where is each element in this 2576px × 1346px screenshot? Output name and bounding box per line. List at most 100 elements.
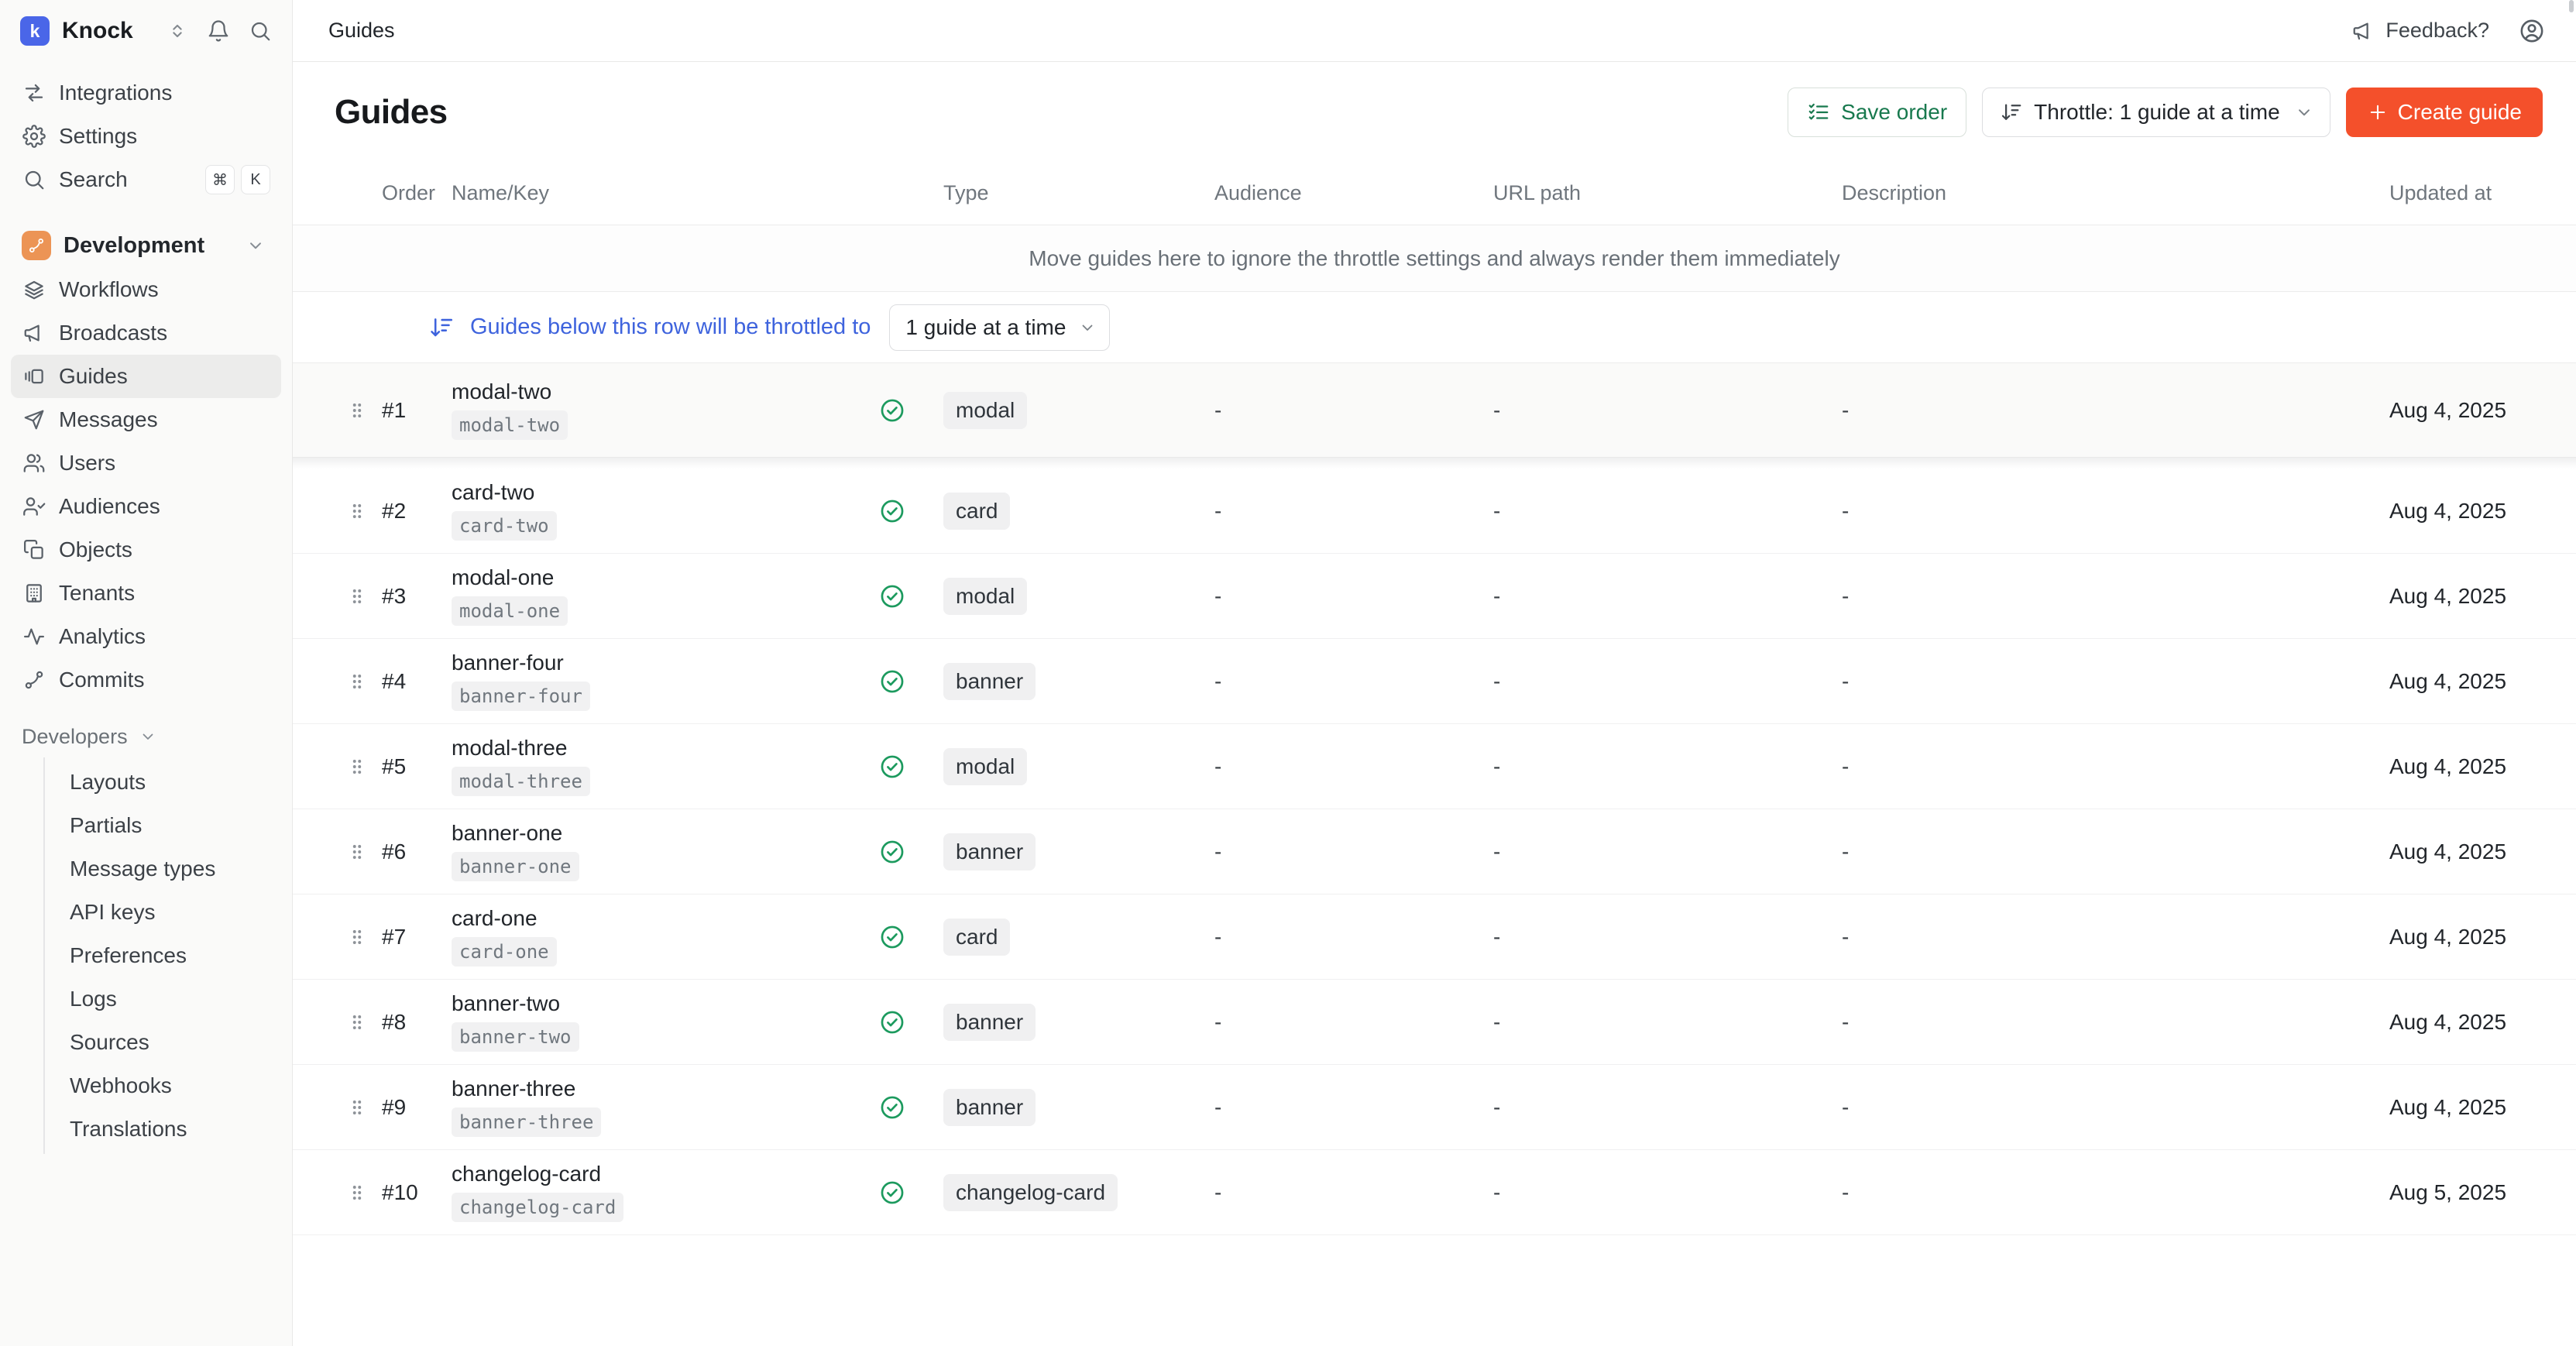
guide-updated-at: Aug 4, 2025 (2389, 1095, 2576, 1120)
guide-row-modal-one[interactable]: #3modal-onemodal-onemodal---Aug 4, 2025 (293, 554, 2576, 639)
branch-icon (22, 668, 46, 692)
chevron-down-icon (1078, 318, 1097, 337)
sidebar-item-label: Users (59, 451, 115, 476)
guide-order: #8 (382, 1010, 452, 1035)
sidebar-item-label: Sources (70, 1030, 149, 1055)
sidebar-item-translations[interactable]: Translations (45, 1107, 292, 1151)
sidebar-item-integrations[interactable]: Integrations (11, 71, 281, 115)
drag-handle[interactable] (347, 586, 382, 606)
guide-name-cell: modal-onemodal-one (452, 567, 866, 626)
sidebar-item-settings[interactable]: Settings (11, 115, 281, 158)
sidebar-item-layouts[interactable]: Layouts (45, 761, 292, 804)
drag-handle[interactable] (347, 671, 382, 692)
scrollbar-thumb[interactable] (2569, 0, 2574, 12)
sidebar-item-sources[interactable]: Sources (45, 1021, 292, 1064)
guide-status-active-icon (866, 838, 919, 866)
guide-order: #9 (382, 1095, 452, 1120)
ignore-throttle-dropzone[interactable]: Move guides here to ignore the throttle … (293, 225, 2576, 292)
search-icon[interactable] (249, 19, 272, 43)
workspace-expand-icon[interactable] (167, 20, 188, 42)
sidebar-item-partials[interactable]: Partials (45, 804, 292, 847)
sidebar-item-label: API keys (70, 900, 155, 925)
sidebar-item-objects[interactable]: Objects (11, 528, 281, 572)
throttle-amount-select[interactable]: 1 guide at a time (889, 304, 1110, 351)
guide-type-badge: banner (943, 833, 1036, 870)
guide-type-badge: card (943, 919, 1010, 956)
drag-handle[interactable] (347, 757, 382, 777)
sidebar-item-workflows[interactable]: Workflows (11, 268, 281, 311)
sidebar-item-guides[interactable]: Guides (11, 355, 281, 398)
guide-status-active-icon (866, 753, 919, 781)
sidebar-item-search[interactable]: Search⌘K (11, 158, 281, 201)
guides-icon (22, 365, 46, 388)
throttle-dropdown-button[interactable]: Throttle: 1 guide at a time (1982, 88, 2330, 137)
guide-updated-at: Aug 5, 2025 (2389, 1180, 2576, 1205)
sidebar-item-message-types[interactable]: Message types (45, 847, 292, 891)
sidebar-item-label: Broadcasts (59, 321, 167, 345)
search-icon (22, 168, 46, 191)
guide-type-badge: banner (943, 663, 1036, 700)
sidebar-item-preferences[interactable]: Preferences (45, 934, 292, 977)
throttle-sort-icon (428, 314, 455, 341)
create-guide-button[interactable]: Create guide (2346, 88, 2543, 137)
sidebar-item-users[interactable]: Users (11, 441, 281, 485)
developers-section-toggle[interactable]: Developers (0, 717, 292, 756)
users-icon (22, 452, 46, 475)
workspace-switcher[interactable]: k Knock (0, 0, 292, 62)
guide-row-card-one[interactable]: #7card-onecard-onecard---Aug 4, 2025 (293, 894, 2576, 980)
drag-handle[interactable] (347, 1012, 382, 1032)
guide-url-path: - (1493, 840, 1842, 864)
dropzone-text: Move guides here to ignore the throttle … (1029, 246, 1839, 271)
drag-handle[interactable] (347, 400, 382, 421)
drag-handle[interactable] (347, 1097, 382, 1118)
column-header-name-key: Name/Key (452, 181, 866, 205)
guide-order: #1 (382, 398, 452, 423)
guide-row-changelog-card[interactable]: #10changelog-cardchangelog-cardchangelog… (293, 1150, 2576, 1235)
drag-handle[interactable] (347, 842, 382, 862)
drag-handle[interactable] (347, 1183, 382, 1203)
guide-name-cell: banner-onebanner-one (452, 822, 866, 881)
feedback-button[interactable]: Feedback? (2351, 19, 2489, 43)
sidebar-item-messages[interactable]: Messages (11, 398, 281, 441)
guide-row-banner-one[interactable]: #6banner-onebanner-onebanner---Aug 4, 20… (293, 809, 2576, 894)
notifications-bell-icon[interactable] (207, 19, 230, 43)
sidebar-item-logs[interactable]: Logs (45, 977, 292, 1021)
drag-handle[interactable] (347, 501, 382, 521)
guide-row-banner-three[interactable]: #9banner-threebanner-threebanner---Aug 4… (293, 1065, 2576, 1150)
create-guide-label: Create guide (2398, 100, 2522, 125)
save-order-label: Save order (1841, 100, 1947, 125)
guide-name: card-one (452, 908, 866, 929)
guide-audience: - (1214, 925, 1493, 949)
guide-description: - (1842, 1010, 2389, 1035)
sidebar-item-commits[interactable]: Commits (11, 658, 281, 702)
main-content: Guides Save order Throttle: 1 guide at a… (293, 63, 2576, 1346)
guide-row-card-two[interactable]: #2card-twocard-twocard---Aug 4, 2025 (293, 469, 2576, 554)
guide-description: - (1842, 669, 2389, 694)
sidebar-item-analytics[interactable]: Analytics (11, 615, 281, 658)
swap-icon (22, 81, 46, 105)
sidebar-item-label: Translations (70, 1117, 187, 1142)
guide-order: #4 (382, 669, 452, 694)
sidebar-item-label: Tenants (59, 581, 135, 606)
guide-row-modal-three[interactable]: #5modal-threemodal-threemodal---Aug 4, 2… (293, 724, 2576, 809)
save-order-button[interactable]: Save order (1788, 88, 1966, 137)
guide-name: banner-three (452, 1078, 866, 1100)
sidebar: k Knock IntegrationsSettingsSearch⌘K Dev… (0, 0, 293, 1346)
sidebar-item-broadcasts[interactable]: Broadcasts (11, 311, 281, 355)
sidebar-item-label: Commits (59, 668, 144, 692)
guide-row-banner-two[interactable]: #8banner-twobanner-twobanner---Aug 4, 20… (293, 980, 2576, 1065)
sidebar-item-tenants[interactable]: Tenants (11, 572, 281, 615)
guide-audience: - (1214, 398, 1493, 423)
sidebar-item-audiences[interactable]: Audiences (11, 485, 281, 528)
guide-name-cell: banner-threebanner-three (452, 1078, 866, 1137)
guide-name-cell: modal-twomodal-two (452, 381, 866, 440)
account-menu-button[interactable] (2519, 18, 2545, 44)
environment-switcher[interactable]: Development (11, 223, 281, 268)
guide-name: modal-three (452, 737, 866, 759)
sidebar-item-api-keys[interactable]: API keys (45, 891, 292, 934)
column-header-description: Description (1842, 181, 2389, 205)
drag-handle[interactable] (347, 927, 382, 947)
guide-row-modal-two[interactable]: #1modal-twomodal-twomodal---Aug 4, 2025 (293, 363, 2576, 458)
guide-row-banner-four[interactable]: #4banner-fourbanner-fourbanner---Aug 4, … (293, 639, 2576, 724)
sidebar-item-webhooks[interactable]: Webhooks (45, 1064, 292, 1107)
